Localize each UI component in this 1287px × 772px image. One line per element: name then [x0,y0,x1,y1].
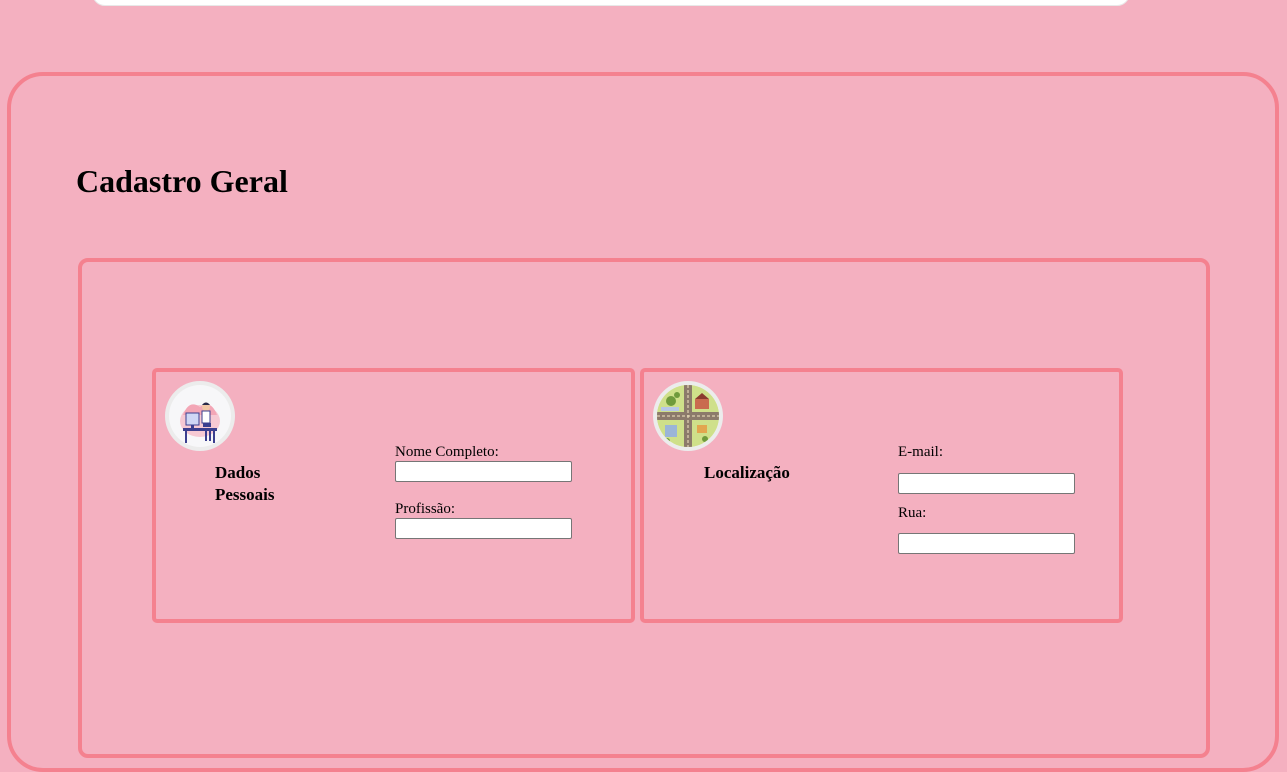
browser-top-bar [92,0,1130,6]
personal-data-title: Dados Pessoais [215,463,275,504]
profession-input[interactable] [395,518,572,539]
city-map-icon [653,381,723,451]
full-name-input[interactable] [395,461,572,482]
person-at-desk-icon [165,381,235,451]
street-input[interactable] [898,533,1075,554]
email-input[interactable] [898,473,1075,494]
street-label: Rua: [898,505,927,521]
personal-data-card: Dados Pessoais Nome Completo: Profissão: [152,368,635,623]
page-title: Cadastro Geral [76,163,288,199]
profession-label: Profissão: [395,501,455,517]
location-card: Localização E-mail: Rua: [640,368,1123,623]
location-title: Localização [704,463,790,482]
email-label: E-mail: [898,444,943,460]
full-name-label: Nome Completo: [395,444,499,460]
